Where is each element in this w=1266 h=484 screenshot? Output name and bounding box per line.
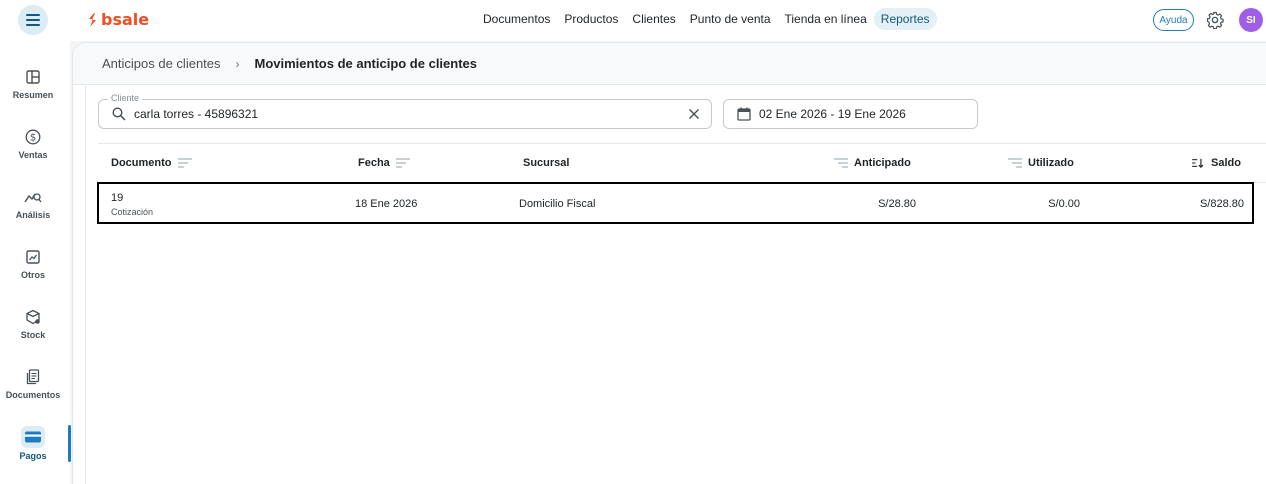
nav-punto-de-venta[interactable]: Punto de venta [683, 8, 778, 30]
main-nav: Documentos Productos Clientes Punto de v… [476, 8, 937, 30]
trend-box-icon [23, 247, 43, 267]
sort-icon [834, 158, 848, 168]
sidebar-item-documentos[interactable]: Documentos [0, 367, 66, 400]
sort-icon [1008, 158, 1022, 168]
sidebar-item-label: Ventas [18, 150, 48, 160]
column-header-anticipado[interactable]: Anticipado [834, 157, 911, 169]
column-header-sucursal: Sucursal [523, 157, 569, 169]
nav-productos[interactable]: Productos [557, 8, 625, 30]
bsale-logo-icon [89, 12, 96, 27]
chevron-right-icon: › [235, 56, 240, 71]
sidebar-item-stock[interactable]: Stock [0, 307, 66, 340]
cell-utilizado: S/0.00 [1048, 198, 1080, 210]
nav-reportes[interactable]: Reportes [873, 8, 937, 30]
sidebar-item-resumen[interactable]: Resumen [0, 67, 66, 100]
client-field-label: Cliente [108, 93, 143, 103]
column-header-saldo[interactable]: Saldo [1191, 157, 1241, 169]
sidebar-item-pagos[interactable]: Pagos [0, 426, 66, 461]
hamburger-menu-button[interactable] [18, 5, 48, 35]
column-header-label: Anticipado [854, 157, 911, 169]
main-panel: Anticipos de clientes › Movimientos de a… [72, 42, 1266, 484]
gear-icon[interactable] [1206, 11, 1224, 29]
client-field-value: carla torres - 45896321 [134, 107, 259, 121]
card-icon [21, 426, 45, 448]
date-range-field[interactable]: 02 Ene 2026 - 19 Ene 2026 [723, 99, 978, 129]
top-bar: bsale Documentos Productos Clientes Punt… [0, 0, 1266, 41]
column-header-documento[interactable]: Documento [111, 157, 192, 169]
menu-icon [26, 14, 40, 26]
calendar-icon [737, 107, 751, 121]
breadcrumb: Anticipos de clientes › Movimientos de a… [73, 43, 1266, 85]
column-header-label: Sucursal [523, 157, 570, 169]
sidebar-item-label: Pagos [19, 451, 47, 461]
cell-documento: 19 [111, 192, 124, 204]
documents-icon [23, 367, 43, 387]
dollar-circle-icon: $ [23, 127, 43, 147]
column-header-label: Fecha [358, 157, 390, 169]
sidebar-item-label: Análisis [15, 210, 51, 220]
cell-fecha: 18 Ene 2026 [355, 198, 418, 210]
close-icon[interactable] [687, 107, 701, 121]
nav-tienda-en-linea[interactable]: Tienda en línea [778, 8, 874, 30]
sidebar-item-otros[interactable]: Otros [0, 247, 66, 280]
sidebar-item-analisis[interactable]: Análisis [0, 187, 66, 220]
dashboard-icon [23, 67, 43, 87]
search-icon [112, 107, 126, 121]
sidebar-item-label: Stock [20, 330, 46, 340]
cell-sucursal: Domicilio Fiscal [519, 198, 596, 210]
sort-icon [395, 158, 410, 168]
sidebar-item-label: Documentos [5, 390, 61, 400]
cell-documento-type: Cotización [111, 207, 154, 217]
column-header-label: Utilizado [1028, 157, 1074, 169]
brand-name: bsale [101, 10, 150, 29]
sort-icon [177, 158, 192, 168]
column-header-utilizado[interactable]: Utilizado [1008, 157, 1074, 169]
content-area: Cliente carla torres - 45896321 02 Ene 2… [85, 86, 1266, 484]
sidebar-item-ventas[interactable]: $ Ventas [0, 127, 66, 160]
table-header: Documento Fecha Sucursal Anticipado Util… [98, 143, 1266, 183]
table-row[interactable]: 19 Cotización 18 Ene 2026 Domicilio Fisc… [97, 182, 1254, 224]
active-indicator [68, 425, 71, 462]
sidebar: Resumen $ Ventas Análisis Otros Stock Do… [0, 41, 71, 484]
sidebar-item-label: Otros [20, 270, 45, 280]
date-range-value: 02 Ene 2026 - 19 Ene 2026 [759, 107, 906, 121]
chart-search-icon [23, 187, 43, 207]
box-icon [23, 307, 43, 327]
nav-documentos[interactable]: Documentos [476, 8, 557, 30]
column-header-fecha[interactable]: Fecha [358, 157, 410, 169]
user-avatar[interactable]: SI [1239, 8, 1263, 32]
help-button[interactable]: Ayuda [1153, 9, 1194, 31]
svg-text:$: $ [30, 133, 36, 144]
cell-anticipado: S/28.80 [878, 198, 916, 210]
cell-saldo: S/828.80 [1199, 198, 1244, 210]
sidebar-item-label: Resumen [12, 90, 54, 100]
client-field[interactable]: Cliente carla torres - 45896321 [98, 93, 712, 129]
column-header-label: Documento [111, 157, 172, 169]
page-title: Movimientos de anticipo de clientes [254, 56, 478, 71]
breadcrumb-parent-link[interactable]: Anticipos de clientes [102, 56, 221, 71]
sort-desc-icon [1192, 158, 1204, 168]
column-header-label: Saldo [1211, 157, 1241, 169]
nav-clientes[interactable]: Clientes [625, 8, 682, 30]
brand-logo[interactable]: bsale [87, 10, 149, 29]
